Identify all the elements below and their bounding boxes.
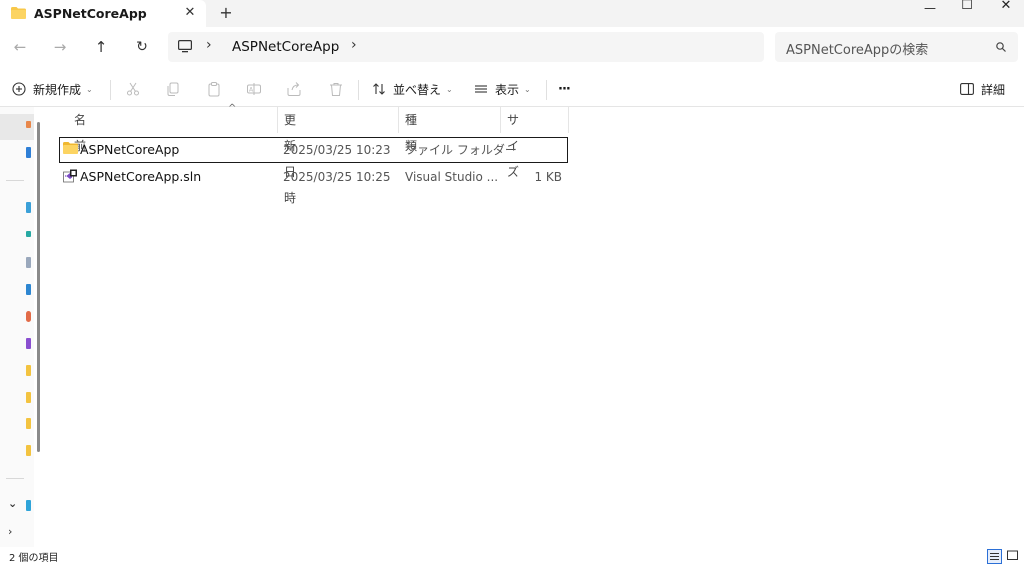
- details-view-button[interactable]: [987, 549, 1002, 564]
- rename-icon[interactable]: A: [246, 81, 262, 97]
- column-divider[interactable]: [277, 107, 278, 133]
- breadcrumb-aspnetcoreapp[interactable]: ASPNetCoreApp: [232, 39, 339, 55]
- folder-icon[interactable]: [26, 445, 31, 456]
- breadcrumb-separator[interactable]: ›: [206, 37, 212, 53]
- sort-icon: [373, 83, 385, 95]
- close-tab-button[interactable]: ✕: [180, 3, 200, 23]
- chevron-down-icon[interactable]: ⌄: [8, 497, 17, 510]
- more-options-button[interactable]: ···: [558, 72, 571, 106]
- view-button[interactable]: 表示 ⌄: [474, 72, 531, 106]
- folder-icon[interactable]: [26, 418, 31, 429]
- videos-icon[interactable]: [26, 338, 31, 349]
- close-window-button[interactable]: ✕: [986, 0, 1024, 14]
- breadcrumb-separator-end[interactable]: ›: [351, 37, 357, 53]
- nav-divider: [6, 478, 24, 479]
- item-count: 2 個の項目: [9, 553, 59, 564]
- command-bar: 新規作成 ⌄ A 並べ替え ⌄ 表示 ⌄ ··· 詳細: [0, 72, 1024, 106]
- pictures-icon[interactable]: [26, 284, 31, 295]
- cut-icon[interactable]: [125, 81, 141, 97]
- search-box[interactable]: ASPNetCoreAppの検索: [775, 32, 1018, 62]
- chevron-down-icon: ⌄: [446, 84, 453, 94]
- column-divider[interactable]: [398, 107, 399, 133]
- column-divider[interactable]: [568, 107, 569, 133]
- tab-title: ASPNetCoreApp: [34, 6, 147, 21]
- desktop-icon[interactable]: [26, 202, 31, 213]
- music-icon[interactable]: [26, 311, 31, 322]
- toolbar-divider: [110, 80, 111, 100]
- folder-icon: [63, 142, 78, 157]
- view-button-label: 表示: [495, 82, 520, 97]
- sort-button[interactable]: 並べ替え ⌄: [372, 72, 453, 106]
- view-list-icon: [475, 85, 487, 93]
- details-pane-button[interactable]: 詳細: [960, 72, 1005, 106]
- sort-button-label: 並べ替え: [393, 82, 442, 97]
- navigation-scrollbar[interactable]: [37, 122, 40, 452]
- folder-icon: [11, 7, 26, 22]
- back-button[interactable]: ←: [10, 37, 30, 57]
- minimize-button[interactable]: —: [910, 2, 950, 16]
- svg-text:A: A: [249, 87, 254, 94]
- file-name: ASPNetCoreApp.sln: [80, 169, 202, 184]
- sort-ascending-icon: ^: [228, 103, 237, 114]
- up-button[interactable]: ↑: [91, 37, 111, 57]
- add-circle-icon: [12, 82, 26, 96]
- gallery-icon[interactable]: [26, 147, 31, 158]
- new-tab-button[interactable]: +: [216, 3, 236, 23]
- large-icons-view-button[interactable]: [1006, 549, 1021, 564]
- search-placeholder: ASPNetCoreAppの検索: [786, 43, 929, 58]
- column-name[interactable]: 名前: [74, 107, 86, 153]
- column-type[interactable]: 種類: [405, 107, 417, 153]
- column-date[interactable]: 更新日時: [284, 107, 296, 205]
- maximize-button[interactable]: ☐: [947, 0, 987, 14]
- toolbar-divider: [358, 80, 359, 100]
- documents-icon[interactable]: [26, 257, 31, 268]
- share-icon[interactable]: [286, 81, 302, 97]
- folder-icon[interactable]: [26, 365, 31, 376]
- navigation-pane-background: [0, 107, 34, 547]
- tab-aspnetcoreapp[interactable]: ASPNetCoreApp ✕: [0, 0, 206, 27]
- new-button[interactable]: 新規作成 ⌄: [12, 72, 93, 106]
- file-date: 2025/03/25 10:25: [283, 170, 391, 184]
- chevron-down-icon: ⌄: [86, 84, 93, 94]
- toolbar-divider: [546, 80, 547, 100]
- large-icons-view-icon: [1007, 550, 1018, 560]
- home-icon[interactable]: [26, 121, 31, 128]
- new-button-label: 新規作成: [33, 82, 82, 97]
- visual-studio-solution-icon: [63, 169, 78, 187]
- search-icon: [996, 41, 1006, 55]
- address-bar[interactable]: › ASPNetCoreApp ›: [168, 32, 764, 62]
- copy-icon[interactable]: [165, 81, 181, 97]
- navigation-pane: ⌄ ›: [0, 107, 46, 547]
- refresh-button[interactable]: ↻: [132, 37, 152, 57]
- file-size: [505, 138, 562, 162]
- chevron-right-icon[interactable]: ›: [8, 525, 12, 538]
- details-pane-label: 詳細: [981, 82, 1006, 97]
- details-pane-icon: [960, 83, 974, 95]
- chevron-down-icon: ⌄: [524, 84, 531, 94]
- details-view-icon: [990, 553, 999, 560]
- downloads-icon[interactable]: [26, 231, 31, 237]
- file-type: Visual Studio ...: [405, 170, 499, 184]
- column-divider[interactable]: [500, 107, 501, 133]
- this-pc-icon[interactable]: [178, 40, 193, 56]
- file-row-solution[interactable]: ASPNetCoreApp.sln 2025/03/25 10:25 Visua…: [60, 165, 567, 189]
- paste-icon[interactable]: [206, 81, 222, 97]
- delete-icon[interactable]: [328, 81, 344, 97]
- file-row-folder[interactable]: ASPNetCoreApp 2025/03/25 10:23 ファイル フォルダ…: [59, 137, 568, 163]
- navigation-bar: ← → ↑ ↻ › ASPNetCoreApp › ASPNetCoreAppの…: [0, 27, 1024, 67]
- this-pc-nav-icon[interactable]: [26, 500, 31, 511]
- column-size[interactable]: サイズ: [507, 107, 519, 179]
- file-type: ファイル フォルダー: [405, 143, 517, 157]
- file-name: ASPNetCoreApp: [80, 142, 180, 157]
- title-bar: ASPNetCoreApp ✕ + — ☐ ✕: [0, 0, 1024, 27]
- forward-button[interactable]: →: [50, 37, 70, 57]
- nav-divider: [6, 180, 24, 181]
- status-bar: 2 個の項目: [0, 546, 1024, 566]
- file-size: 1 KB: [534, 170, 562, 184]
- file-date: 2025/03/25 10:23: [283, 143, 391, 157]
- folder-icon[interactable]: [26, 392, 31, 403]
